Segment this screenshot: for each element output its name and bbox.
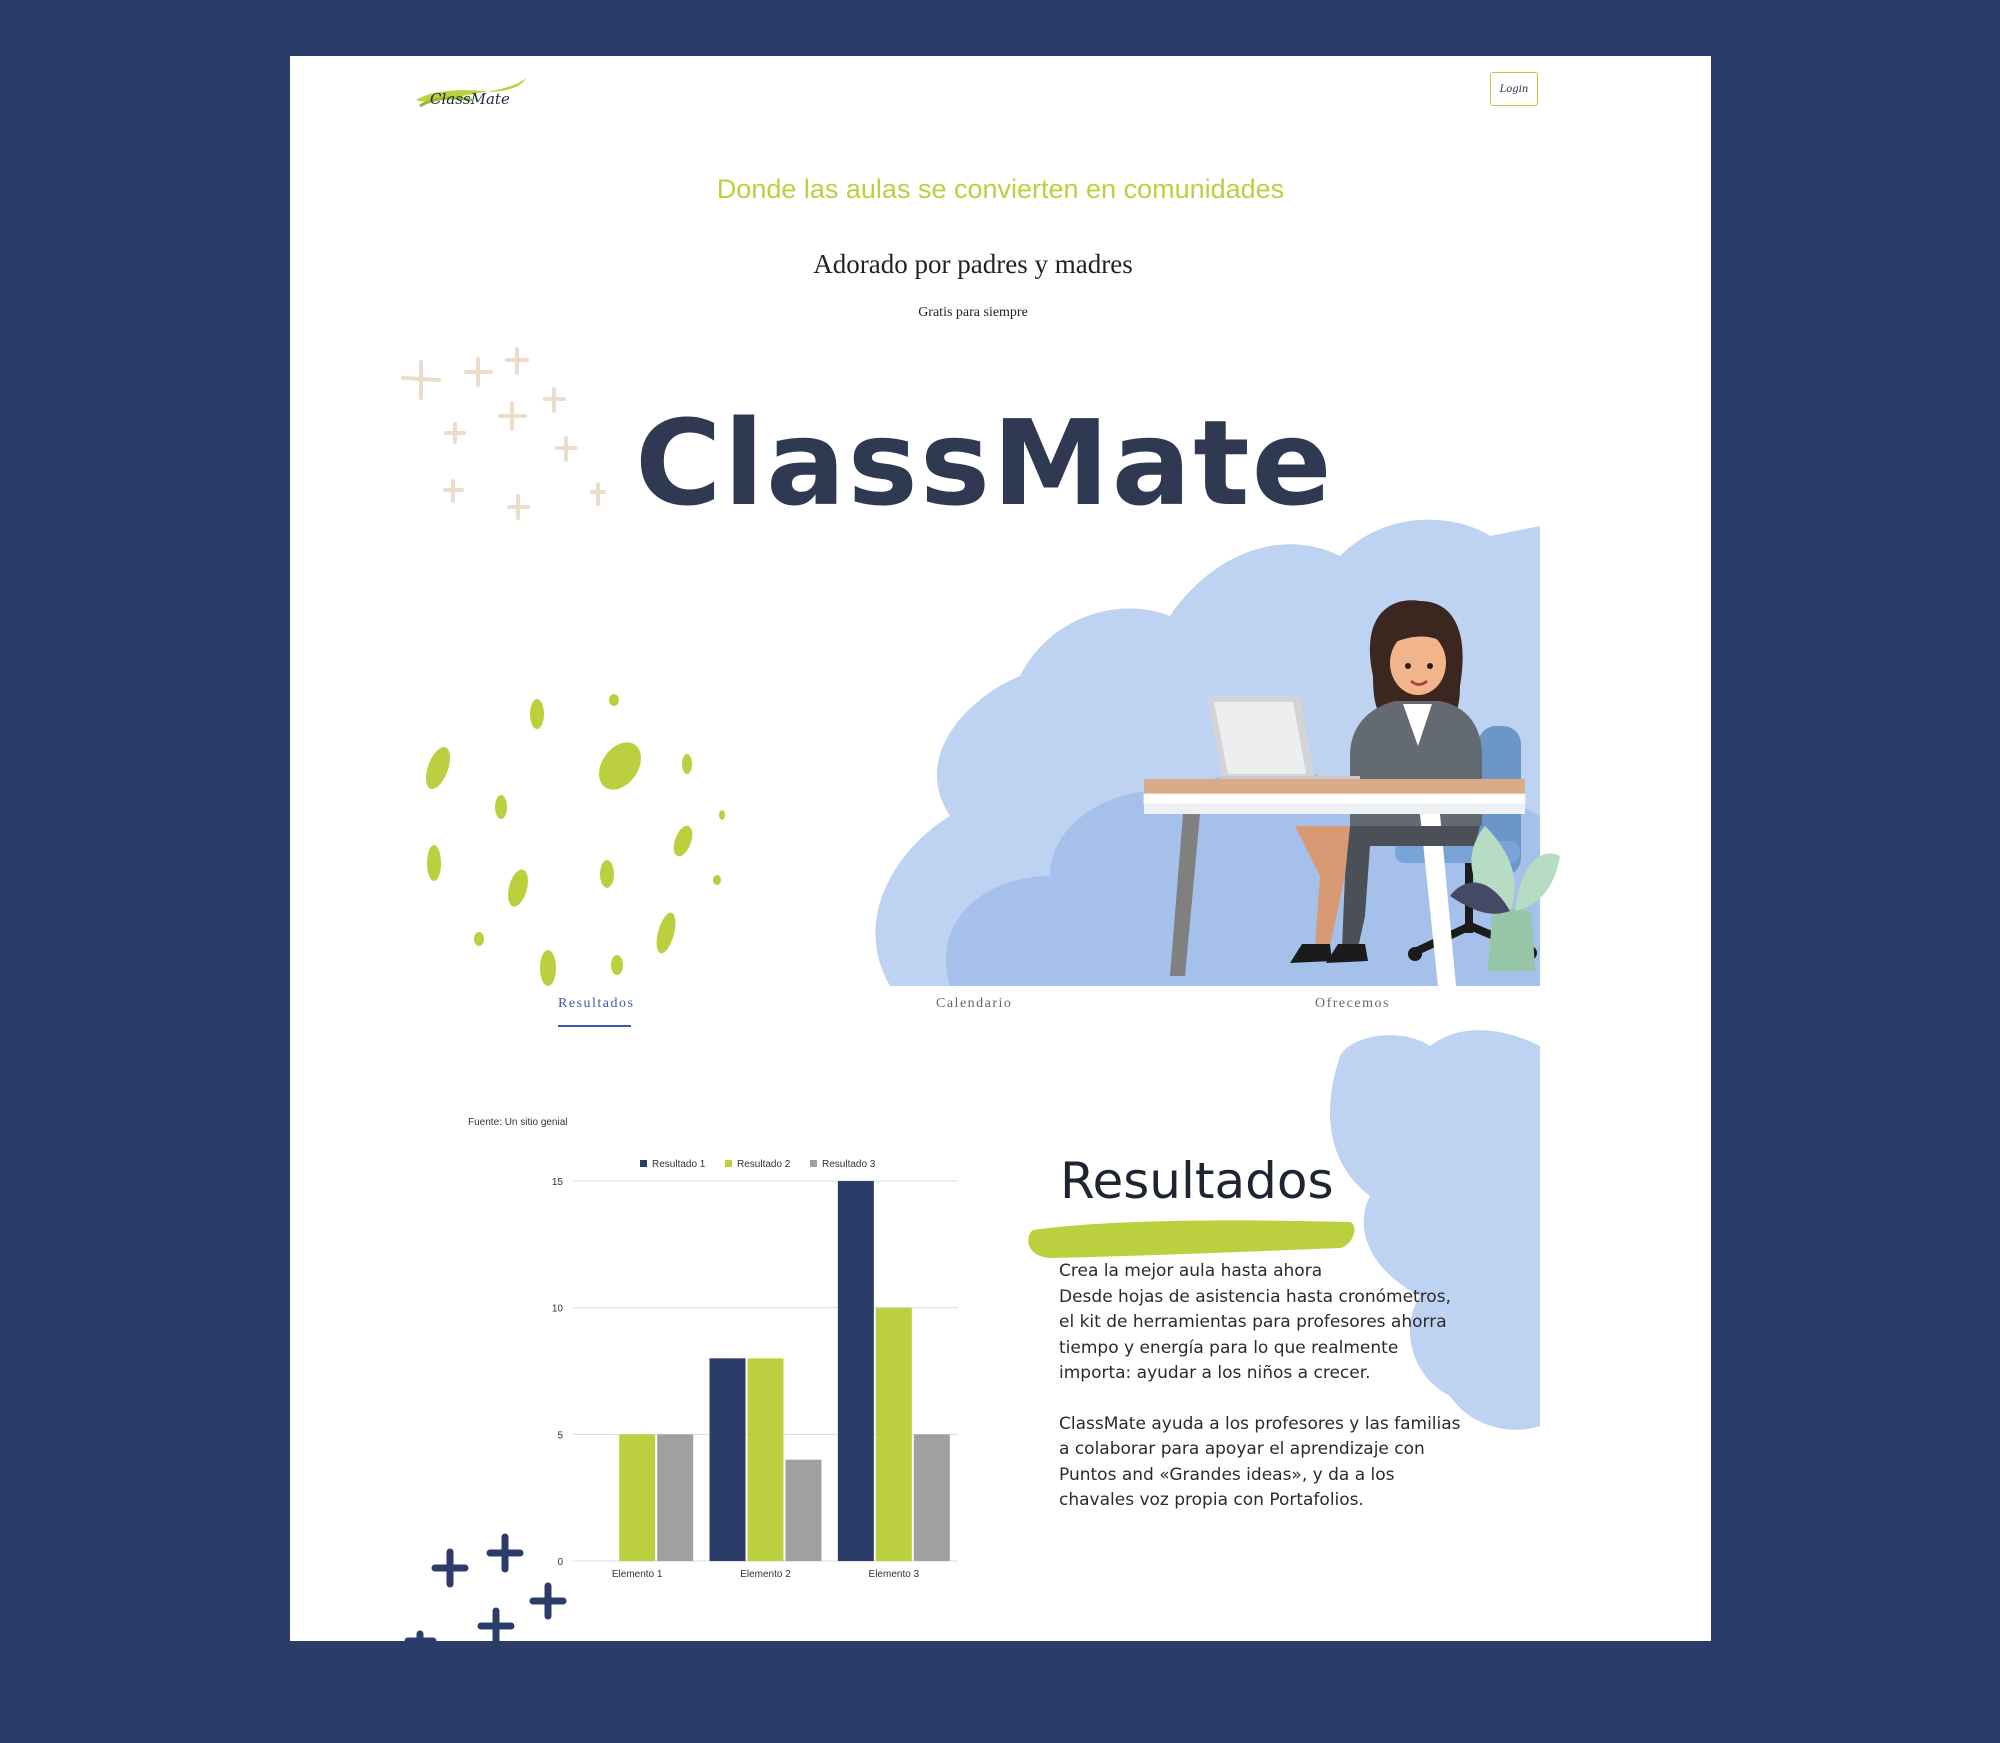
tab-resultados[interactable]: Resultados [558,996,634,1012]
title-highlight [1028,1220,1355,1258]
tab-calendario[interactable]: Calendario [936,996,1012,1012]
results-paragraph-2: Desde hojas de asistencia hasta cronómet… [1059,1286,1451,1384]
hero-decoration [401,347,1560,1641]
tab-active-indicator [558,1025,631,1027]
hero-tagline: Gratis para siempre [918,305,1028,320]
login-button[interactable]: Login [1490,72,1538,106]
logo-text: ClassMate [430,90,510,108]
results-body: Crea la mejor aula hasta ahora Desde hoj… [1059,1259,1469,1514]
results-paragraph-1: Crea la mejor aula hasta ahora [1059,1261,1323,1281]
chart-source: Fuente: Un sitio genial [468,1117,568,1128]
hero-subheadline: Adorado por padres y madres [813,249,1133,279]
results-title: Resultados [1060,1152,1334,1210]
page: ClassMate Login Donde las aulas se convi… [290,56,1711,1641]
plus-cluster-beige [401,347,606,520]
hero-headline: Donde las aulas se convierten en comunid… [716,174,1285,204]
tab-ofrecemos[interactable]: Ofrecemos [1315,996,1390,1012]
green-dots [425,694,725,986]
results-paragraph-3: ClassMate ayuda a los profesores y las f… [1059,1413,1461,1511]
brand-title: ClassMate [635,394,1334,532]
plus-cluster-navy [404,1533,567,1641]
